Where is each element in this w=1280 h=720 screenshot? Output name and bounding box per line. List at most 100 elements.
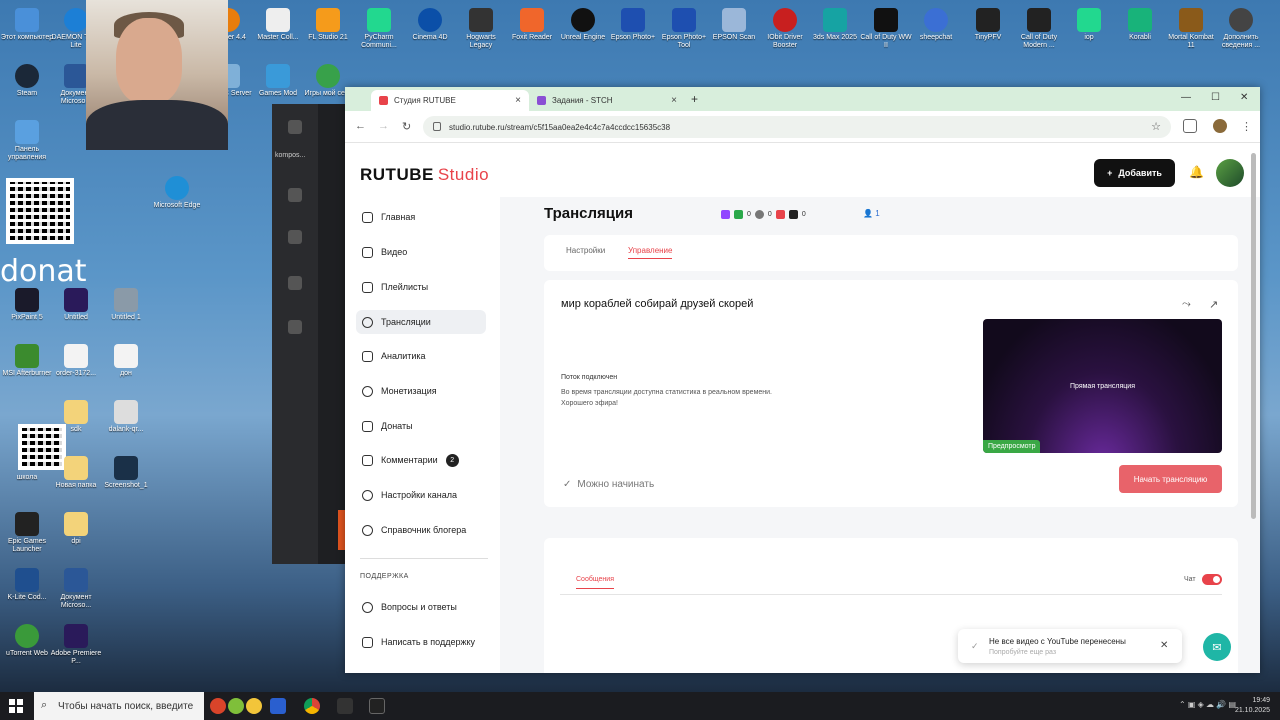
chat-toggle[interactable]: [1202, 574, 1222, 585]
desktop-icon[interactable]: TinyPFV: [961, 8, 1015, 42]
sidebar-item-comments[interactable]: Комментарии 2: [356, 448, 486, 472]
desktop-icon[interactable]: Screenshot_1: [99, 456, 153, 490]
sidebar-item-monetization[interactable]: Монетизация: [356, 379, 486, 403]
site-info-icon[interactable]: [433, 122, 441, 131]
desktop-icon[interactable]: sheepchat: [909, 8, 963, 42]
chrome-icon[interactable]: [304, 698, 320, 714]
add-button[interactable]: + Добавить: [1094, 159, 1175, 187]
open-external-icon[interactable]: ↗: [1209, 298, 1218, 311]
desktop-icon[interactable]: MSI Afterburner: [0, 344, 54, 378]
desktop-icon[interactable]: iop: [1062, 8, 1116, 42]
desktop-icon[interactable]: Unreal Engine: [556, 8, 610, 42]
tab-stch[interactable]: Задания - STCH ×: [529, 90, 685, 111]
back-button[interactable]: ←: [355, 120, 366, 132]
desktop-icon[interactable]: Adobe Premiere P...: [49, 624, 103, 666]
url-input[interactable]: studio.rutube.ru/stream/c5f15aa0ea2e4c4c…: [423, 116, 1171, 138]
desktop-icon[interactable]: Steam: [0, 64, 54, 98]
reload-button[interactable]: ↻: [402, 120, 411, 133]
desktop-icon[interactable]: IObit Driver Booster: [758, 8, 812, 50]
desktop-icon[interactable]: Games Mod: [251, 64, 305, 98]
rutube-studio-logo[interactable]: RUTUBE Studio: [360, 165, 489, 185]
desktop-icon[interactable]: FL Studio 21: [301, 8, 355, 42]
desktop-icon[interactable]: Cinema 4D: [403, 8, 457, 42]
sidebar-item-home[interactable]: Главная: [356, 205, 486, 229]
desktop-icon[interactable]: школа: [0, 474, 54, 482]
desktop-icon[interactable]: Korabli: [1113, 8, 1167, 42]
desktop-icon[interactable]: Hogwarts Legacy: [454, 8, 508, 50]
desktop-icon[interactable]: Этот компьютер: [0, 8, 54, 42]
desktop-icon[interactable]: Microsoft Edge: [150, 176, 204, 210]
sidebar-item-faq[interactable]: Вопросы и ответы: [356, 595, 486, 619]
sidebar-item-creator-guide[interactable]: Справочник блогера: [356, 518, 486, 542]
desktop-icon[interactable]: PyCharm Communi...: [352, 8, 406, 50]
start-stream-button[interactable]: Начать трансляцию: [1119, 465, 1222, 493]
desktop-icon[interactable]: Панель управления: [0, 120, 54, 162]
desktop-icon[interactable]: dpi: [49, 512, 103, 546]
close-tab-icon[interactable]: ×: [515, 95, 521, 106]
share-icon[interactable]: ⤳: [1182, 298, 1191, 311]
desktop-icon[interactable]: PixPaint 5: [0, 288, 54, 322]
fruit-app-icon[interactable]: [246, 698, 262, 714]
desktop-icon[interactable]: uTorrent Web: [0, 624, 54, 658]
desktop-icon[interactable]: 3ds Max 2025: [808, 8, 862, 42]
desktop-icon[interactable]: Документ Microso...: [49, 568, 103, 610]
forward-button[interactable]: →: [378, 120, 389, 132]
desktop-icon[interactable]: дон: [99, 344, 153, 378]
desktop-icon[interactable]: EPSON Scan: [707, 8, 761, 42]
tab-messages[interactable]: Сообщения: [576, 576, 614, 589]
mail-icon: [362, 636, 373, 648]
desktop-icon[interactable]: Master Coll...: [251, 8, 305, 42]
desktop-icon[interactable]: order-3172...: [49, 344, 103, 378]
desktop-icon[interactable]: Foxit Reader: [505, 8, 559, 42]
windows-start-icon[interactable]: [9, 699, 23, 713]
bell-icon[interactable]: 🔔: [1189, 165, 1204, 179]
avatar[interactable]: [1216, 159, 1244, 187]
desktop-icon[interactable]: dalank-qr...: [99, 400, 153, 434]
sidebar-item-analytics[interactable]: Аналитика: [356, 344, 486, 368]
sidebar-item-contact-support[interactable]: Написать в поддержку: [356, 630, 486, 654]
sidebar-item-videos[interactable]: Видео: [356, 240, 486, 264]
desktop-icon[interactable]: Call of Duty WW II: [859, 8, 913, 50]
fruit-app-icon[interactable]: [210, 698, 226, 714]
bookmark-star-icon[interactable]: ☆: [1151, 120, 1161, 133]
chat-divider: [560, 594, 1222, 595]
profile-icon[interactable]: [1213, 119, 1227, 133]
desktop-icon[interactable]: Epson Photo+: [606, 8, 660, 42]
close-window-button[interactable]: ✕: [1240, 92, 1248, 103]
tab-management[interactable]: Управление: [628, 246, 673, 259]
desktop-icon[interactable]: Новая папка: [49, 456, 103, 490]
desktop-icon[interactable]: Mortal Kombat 11: [1164, 8, 1218, 50]
taskbar-search[interactable]: ⌕ Чтобы начать поиск, введите: [34, 692, 204, 720]
app-icon[interactable]: [369, 698, 385, 714]
tab-rutube-studio[interactable]: Студия RUTUBE ×: [371, 90, 529, 111]
scrollbar[interactable]: [1251, 153, 1256, 519]
close-icon[interactable]: ✕: [1160, 640, 1168, 651]
maximize-button[interactable]: ☐: [1211, 92, 1220, 103]
messenger-icon[interactable]: [270, 698, 286, 714]
help-chat-button[interactable]: ✉: [1203, 633, 1231, 661]
file-icon: [266, 8, 290, 32]
sidebar-item-donations[interactable]: Донаты: [356, 414, 486, 438]
stream-preview[interactable]: Прямая трансляция Предпросмотр: [983, 319, 1222, 453]
minimize-button[interactable]: —: [1181, 92, 1191, 103]
clock[interactable]: 19:49 21.10.2025: [1235, 696, 1270, 716]
app-icon[interactable]: [337, 698, 353, 714]
fruit-app-icon[interactable]: [228, 698, 244, 714]
extensions-icon[interactable]: [1183, 119, 1197, 133]
desktop-icon[interactable]: Epic Games Launcher: [0, 512, 54, 554]
desktop-icon[interactable]: Epson Photo+ Tool: [657, 8, 711, 50]
desktop-icon[interactable]: Дополнить сведения ...: [1214, 8, 1268, 50]
menu-icon[interactable]: ⋮: [1241, 120, 1252, 133]
desktop-icon[interactable]: Untitled: [49, 288, 103, 322]
new-tab-button[interactable]: +: [691, 92, 698, 106]
tab-settings[interactable]: Настройки: [566, 246, 605, 255]
desktop-icon[interactable]: Untitled 1: [99, 288, 153, 322]
sidebar-item-streams[interactable]: Трансляции: [356, 310, 486, 334]
desktop-icon[interactable]: K-Lite Cod...: [0, 568, 54, 602]
system-tray[interactable]: ⌃ ▣ ◈ ☁ 🔊 ▤: [1179, 700, 1236, 709]
close-tab-icon[interactable]: ×: [671, 95, 677, 106]
sidebar-item-playlists[interactable]: Плейлисты: [356, 275, 486, 299]
top-nav: RUTUBE Studio + Добавить 🔔: [345, 143, 1260, 197]
sidebar-item-channel-settings[interactable]: Настройки канала: [356, 483, 486, 507]
desktop-icon[interactable]: Call of Duty Modern ...: [1012, 8, 1066, 50]
